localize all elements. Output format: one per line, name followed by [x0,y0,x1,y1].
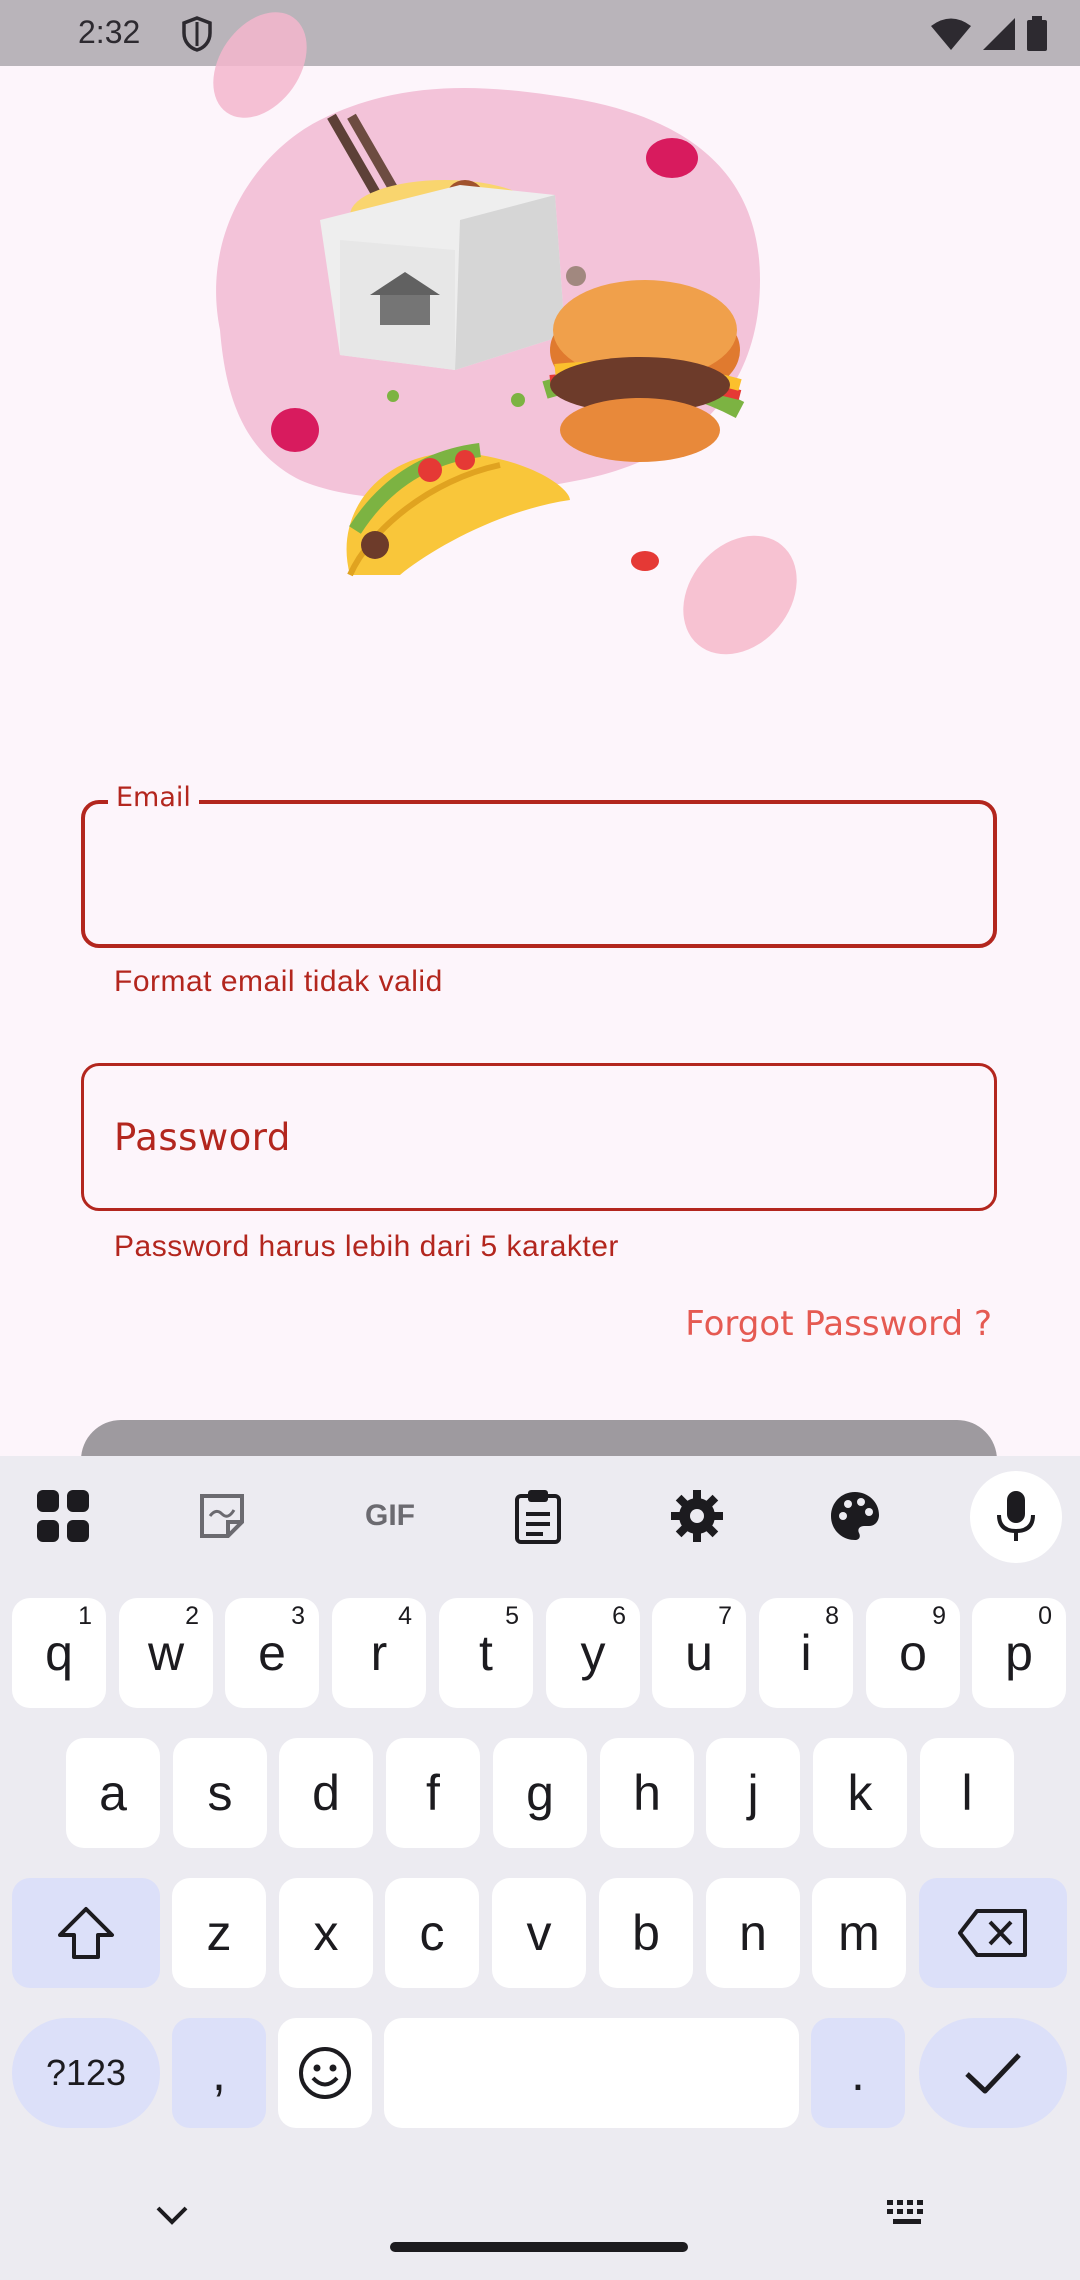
gif-label: GIF [365,1499,415,1532]
clipboard-icon[interactable] [508,1486,568,1546]
key-j[interactable]: j [706,1738,800,1848]
key-c[interactable]: c [385,1878,479,1988]
emoji-smile-icon [299,2047,351,2099]
key-hint: 1 [78,1602,92,1630]
voice-input-button[interactable] [970,1471,1062,1563]
key-e[interactable]: e3 [225,1598,319,1708]
shift-arrow-icon [58,1907,114,1959]
key-h[interactable]: h [600,1738,694,1848]
key-hint: 9 [932,1602,946,1630]
battery-icon [1027,16,1047,51]
key-hint: 8 [825,1602,839,1630]
key-x[interactable]: x [279,1878,373,1988]
status-icons [930,16,1048,52]
on-screen-keyboard: GIF ?123 , . q1w2e3r4t5y6u7i8o9p0asdfghj… [0,1456,1080,2280]
password-error-text: Password harus lebih dari 5 karakter [114,1230,619,1263]
key-label: w [147,1625,185,1681]
hide-keyboard-chevron-icon[interactable] [154,2204,190,2228]
period-key[interactable]: . [811,2018,905,2128]
key-hint: 7 [718,1602,732,1630]
keyboard-toolbar: GIF [0,1456,1080,1576]
food-illustration [213,12,797,655]
key-label: u [685,1625,713,1681]
forgot-password-link[interactable]: Forgot Password ? [685,1304,992,1344]
backspace-key[interactable] [919,1878,1067,1988]
key-b[interactable]: b [599,1878,693,1988]
key-o[interactable]: o9 [866,1598,960,1708]
email-error-text: Format email tidak valid [114,965,443,998]
password-placeholder: Password [114,1116,291,1159]
backspace-icon [958,1909,1027,1957]
key-m[interactable]: m [812,1878,906,1988]
settings-gear-icon[interactable] [667,1486,727,1546]
key-y[interactable]: y6 [546,1598,640,1708]
email-field[interactable] [81,800,997,948]
symbols-key[interactable]: ?123 [12,2018,160,2128]
key-d[interactable]: d [279,1738,373,1848]
key-l[interactable]: l [920,1738,1014,1848]
checkmark-icon [965,2053,1021,2094]
key-t[interactable]: t5 [439,1598,533,1708]
key-hint: 2 [185,1602,199,1630]
key-hint: 4 [398,1602,412,1630]
key-label: t [479,1625,493,1681]
microphone-icon [997,1491,1035,1541]
wifi-icon [931,18,971,50]
key-hint: 3 [291,1602,305,1630]
done-key[interactable] [919,2018,1067,2128]
key-s[interactable]: s [173,1738,267,1848]
key-k[interactable]: k [813,1738,907,1848]
home-gesture-handle[interactable] [390,2242,688,2252]
key-n[interactable]: n [706,1878,800,1988]
key-i[interactable]: i8 [759,1598,853,1708]
key-r[interactable]: r4 [332,1598,426,1708]
key-u[interactable]: u7 [652,1598,746,1708]
key-f[interactable]: f [386,1738,480,1848]
keyboard-switch-icon[interactable] [885,2198,929,2230]
key-p[interactable]: p0 [972,1598,1066,1708]
shift-key[interactable] [12,1878,160,1988]
emoji-key[interactable] [278,2018,372,2128]
navigation-bar [0,2160,1080,2280]
key-q[interactable]: q1 [12,1598,106,1708]
key-a[interactable]: a [66,1738,160,1848]
key-label: i [800,1625,812,1681]
key-hint: 5 [505,1602,519,1630]
key-v[interactable]: v [492,1878,586,1988]
email-label: Email [108,782,199,813]
key-g[interactable]: g [493,1738,587,1848]
key-label: q [45,1625,73,1681]
sticker-icon[interactable] [192,1486,252,1546]
key-w[interactable]: w2 [119,1598,213,1708]
key-hint: 6 [612,1602,626,1630]
gif-button[interactable]: GIF [350,1486,430,1546]
theme-palette-icon[interactable] [825,1486,885,1546]
key-label: o [899,1625,927,1681]
key-label: y [580,1625,606,1681]
comma-key[interactable]: , [172,2018,266,2128]
signal-icon [983,18,1015,50]
space-key[interactable] [384,2018,799,2128]
key-z[interactable]: z [172,1878,266,1988]
key-label: p [1005,1625,1033,1681]
status-time: 2:32 [78,14,141,50]
key-label: r [370,1625,388,1681]
apps-grid-icon[interactable] [33,1486,93,1546]
key-label: e [258,1625,286,1681]
key-hint: 0 [1038,1602,1052,1630]
